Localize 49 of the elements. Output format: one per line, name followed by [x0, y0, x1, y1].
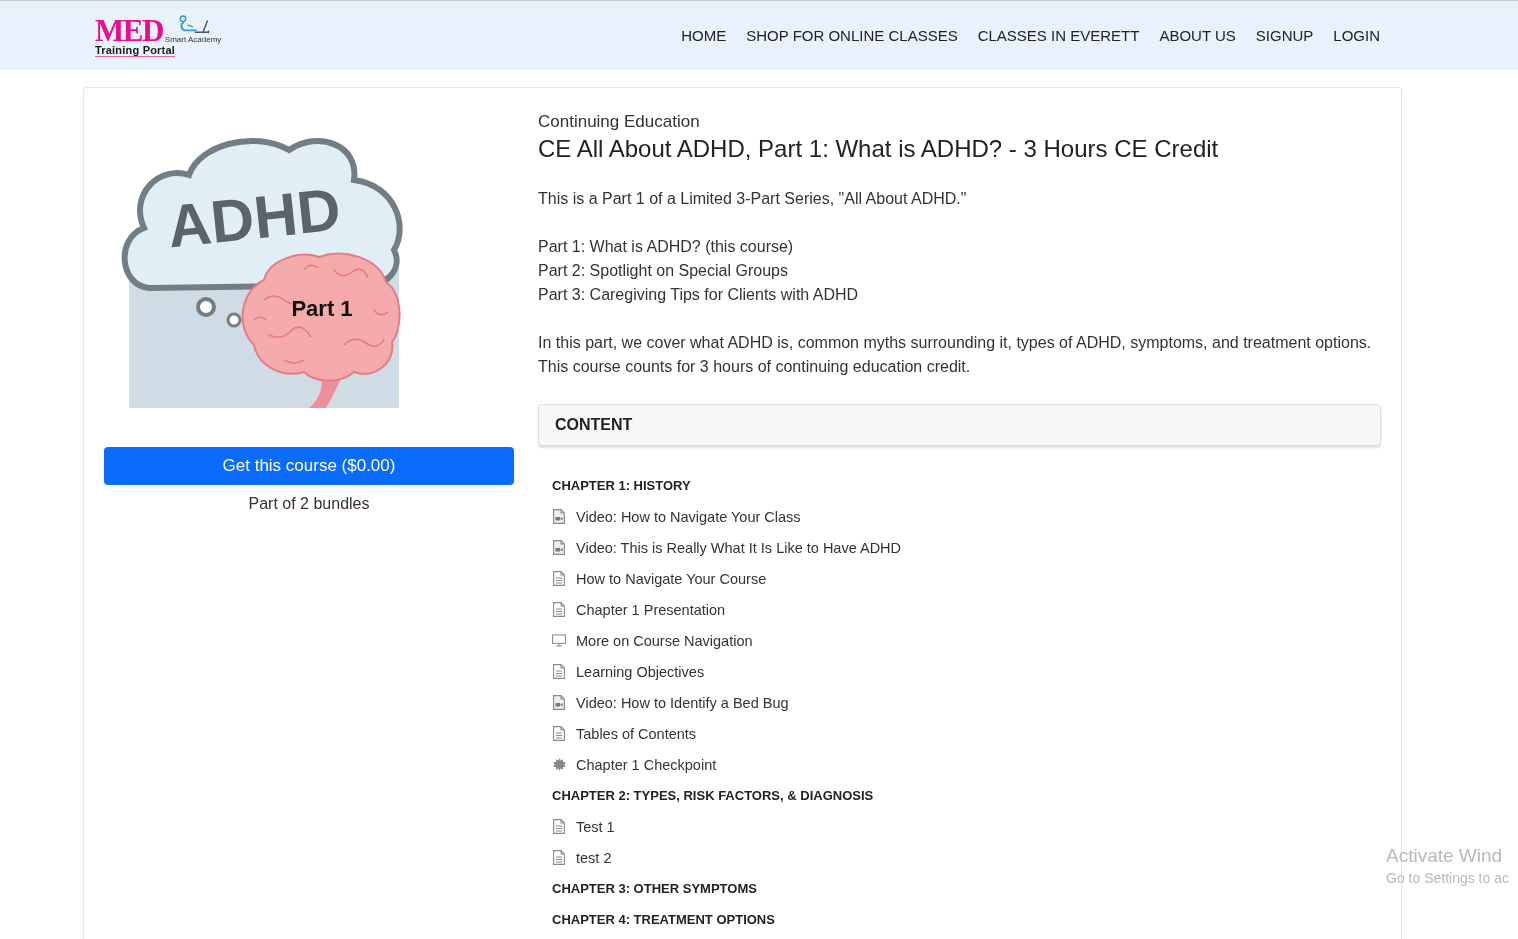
content-heading: CONTENT: [555, 416, 633, 434]
bundles-note: Part of 2 bundles: [248, 494, 370, 514]
logo-subtitle: Training Portal: [95, 43, 175, 57]
nav-link[interactable]: CLASSES IN EVERETT: [977, 27, 1140, 44]
lesson-title: test 2: [576, 849, 612, 866]
logo-wordmark: MED: [95, 17, 163, 44]
lesson-title: Video: How to Navigate Your Class: [576, 508, 801, 525]
lesson-title: How to Navigate Your Course: [576, 570, 767, 587]
document-icon: [553, 664, 565, 679]
nav-link[interactable]: ABOUT US: [1159, 27, 1236, 44]
logo-tagline: Smart Academy: [164, 34, 222, 44]
video-file-icon: [553, 540, 565, 555]
lesson-title: Learning Objectives: [576, 663, 705, 680]
activation-notice-title: Activate Wind: [1386, 844, 1504, 868]
starburst-icon: [552, 758, 566, 771]
description-paragraph: This is a Part 1 of a Limited 3-Part Series, "All About ADHD.": [538, 189, 967, 209]
course-category: Continuing Education: [538, 111, 700, 133]
chapter-heading: CHAPTER 1: HISTORY: [552, 477, 691, 495]
document-icon: [553, 571, 565, 586]
video-file-icon: [553, 509, 565, 524]
chapter-heading: CHAPTER 4: TREATMENT OPTIONS: [552, 911, 775, 929]
chapter-heading: CHAPTER 2: TYPES, RISK FACTORS, & DIAGNOSIS: [552, 787, 874, 805]
course-title: CE All About ADHD, Part 1: What is ADHD? - 3 Hours CE Credit: [538, 134, 1219, 164]
document-icon: [553, 819, 565, 834]
lesson-title: Chapter 1 Presentation: [576, 601, 726, 618]
illustration-caption: Part 1: [291, 295, 353, 321]
nav-link[interactable]: SHOP FOR ONLINE CLASSES: [746, 27, 958, 44]
nav-link[interactable]: LOGIN: [1333, 27, 1380, 44]
nav-link[interactable]: SIGNUP: [1255, 27, 1314, 44]
thought-bubble: [226, 312, 242, 328]
lesson-title: Video: This is Really What It Is Like to Have ADHD: [576, 539, 902, 556]
video-file-icon: [553, 695, 565, 710]
document-icon: [553, 850, 565, 865]
lesson-title: Tables of Contents: [576, 725, 697, 742]
get-course-button[interactable]: Get this course ($0.00): [104, 447, 514, 485]
chapter-heading: CHAPTER 3: OTHER SYMPTOMS: [552, 880, 757, 898]
nav-link[interactable]: HOME: [681, 27, 727, 44]
lesson-title: Video: How to Identify a Bed Bug: [576, 694, 789, 711]
thought-bubble: [196, 297, 216, 317]
lesson-title: More on Course Navigation: [576, 632, 753, 649]
lesson-title: Chapter 1 Checkpoint: [576, 756, 717, 773]
description-paragraph: Part 1: What is ADHD? (this course) Part 2: Spotlight on Special Groups Part 3: Caregiving Tips for Clients with ADHD: [538, 237, 859, 305]
description-paragraph: In this part, we cover what ADHD is, common myths surrounding it, types of ADHD, symptoms, and treatment options. This course counts for 3 hours of continuing education credit.: [538, 333, 1372, 377]
illustration-title: ADHD: [164, 175, 344, 261]
activation-notice-text: Go to Settings to ac: [1386, 869, 1509, 888]
document-icon: [553, 726, 565, 741]
monitor-icon: [552, 634, 566, 647]
document-icon: [553, 602, 565, 617]
lesson-title: Test 1: [576, 818, 615, 835]
